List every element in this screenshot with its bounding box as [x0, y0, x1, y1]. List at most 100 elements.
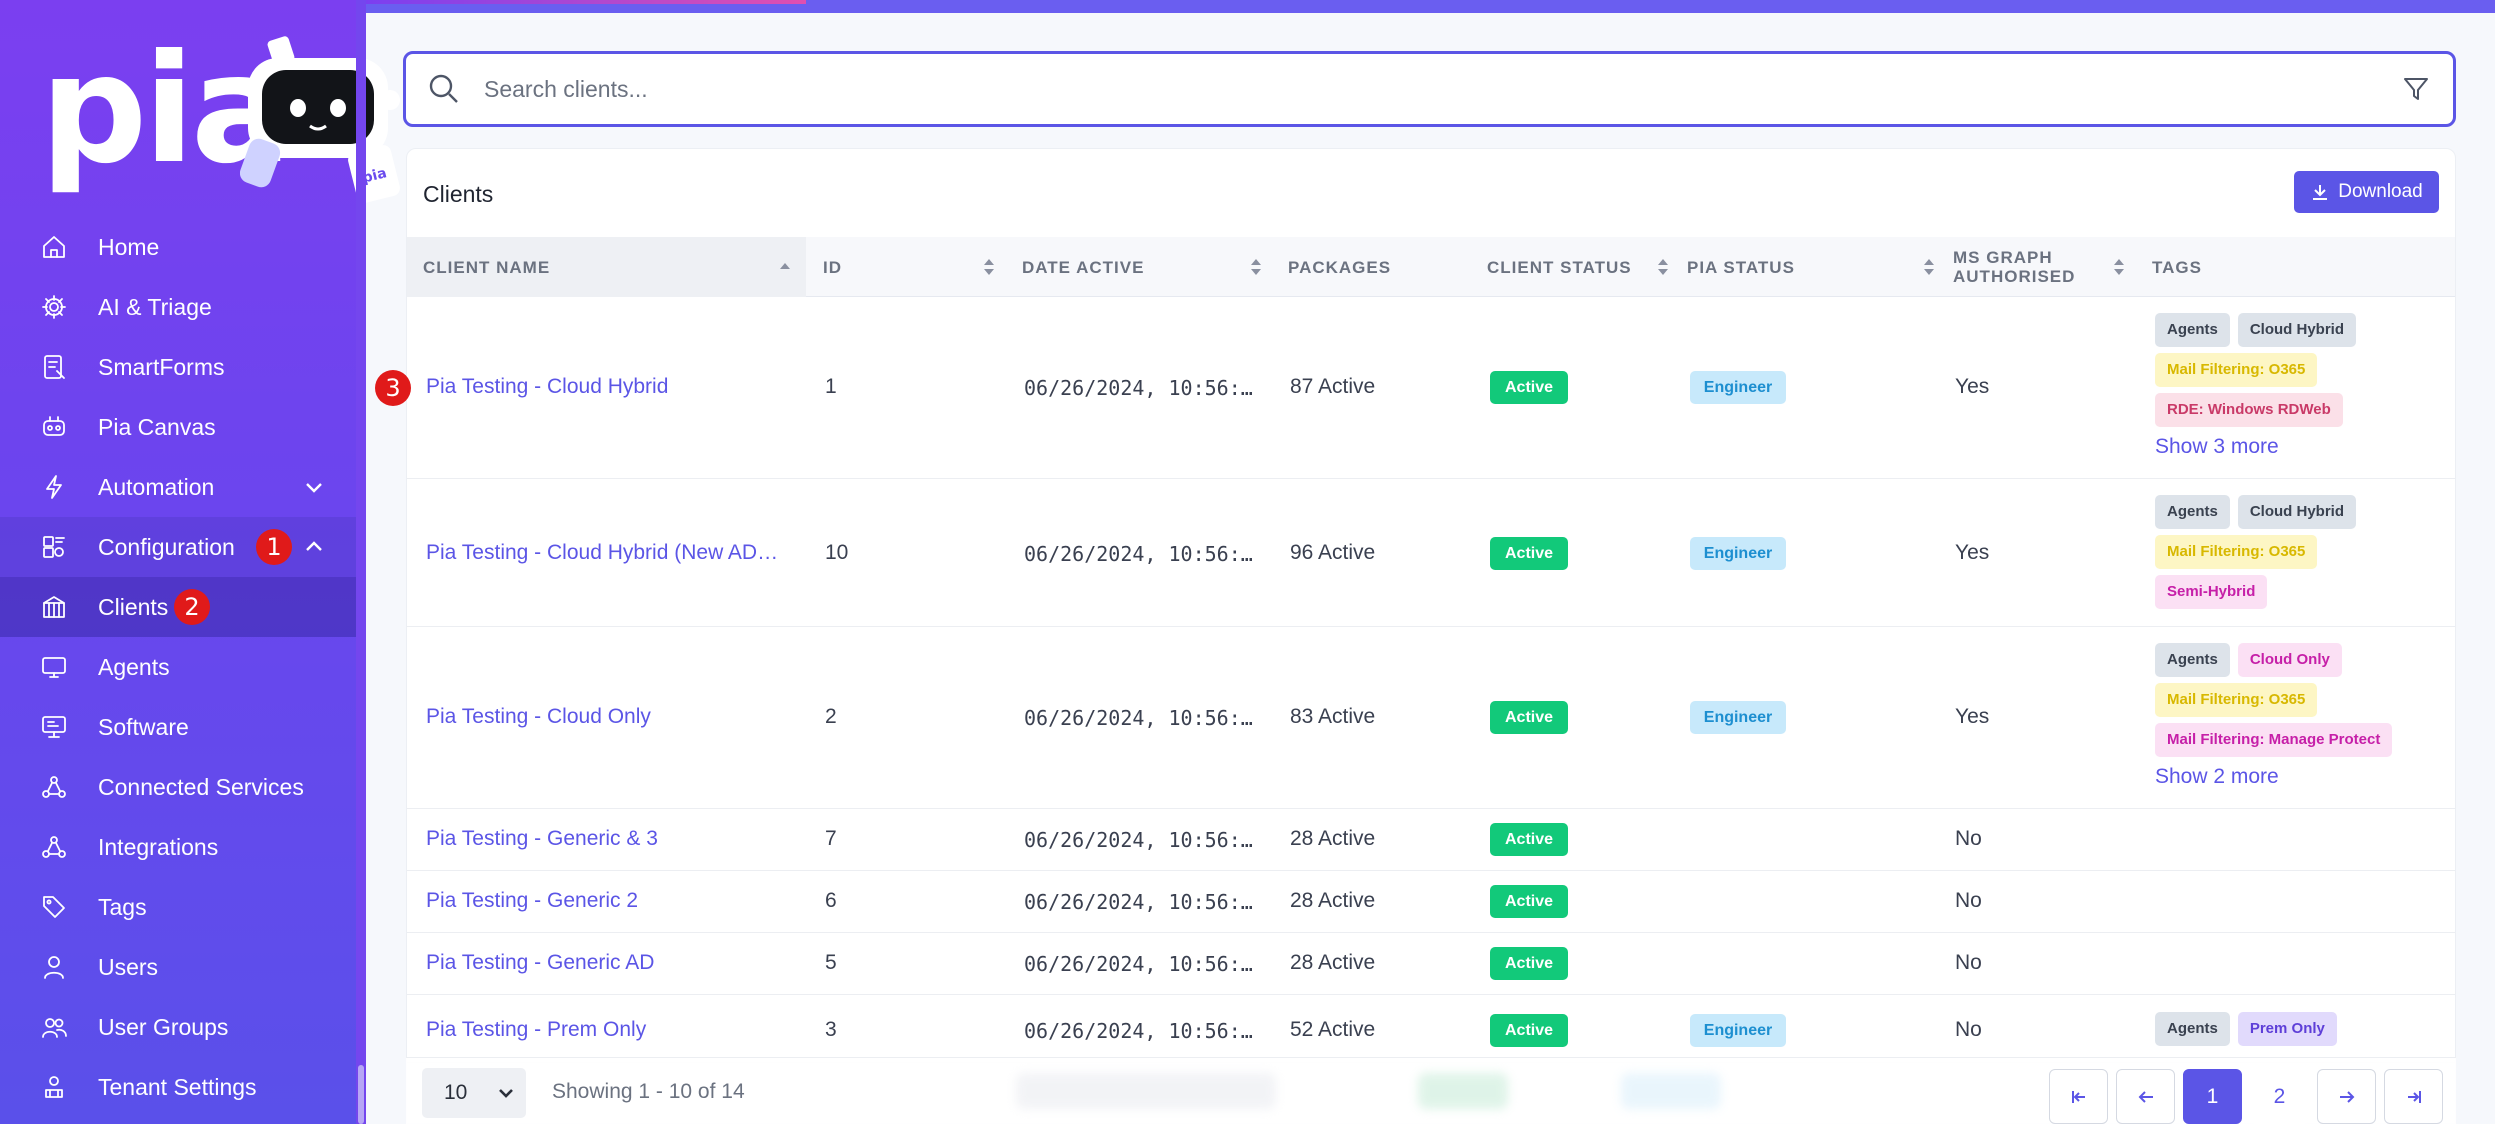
client-name-link[interactable]: Pia Testing - Prem Only	[426, 1018, 786, 1042]
step-1-badge: 1	[256, 529, 292, 565]
download-icon	[2313, 185, 2328, 200]
client-name-link[interactable]: Pia Testing - Generic 2	[426, 889, 786, 913]
tags-list: Agents Cloud Only Mail Filtering: O365 Ma…	[2155, 643, 2445, 789]
sidebar-item-tags[interactable]: Tags	[0, 877, 356, 937]
sort-icon[interactable]	[1923, 258, 1935, 276]
sort-icon[interactable]	[1657, 258, 1669, 276]
page-2-button[interactable]: 2	[2250, 1069, 2309, 1124]
sidebar-item-configuration[interactable]: Configuration 1	[0, 517, 356, 577]
sidebar-item-label: SmartForms	[98, 353, 225, 380]
ms-graph-value: Yes	[1955, 375, 1990, 398]
filter-icon[interactable]	[2401, 74, 2431, 104]
sidebar-item-agents[interactable]: Agents	[0, 637, 356, 697]
sidebar-item-pia-canvas[interactable]: Pia Canvas	[0, 397, 356, 457]
search-bar[interactable]	[403, 51, 2456, 127]
client-status-badge: Active	[1490, 701, 1568, 734]
client-status-badge: Active	[1490, 1014, 1568, 1047]
last-page-icon	[2407, 1090, 2421, 1103]
ms-graph-value: No	[1955, 1018, 1982, 1041]
sort-icon[interactable]	[2113, 258, 2125, 276]
sort-asc-icon[interactable]	[779, 258, 791, 276]
sidebar-item-ai-triage[interactable]: AI & Triage	[0, 277, 356, 337]
column-label-line2: AUTHORISED	[1953, 267, 2076, 286]
column-label: MS GRAPH AUTHORISED	[1953, 248, 2075, 286]
column-pia-status[interactable]: PIA STATUS	[1687, 237, 1957, 297]
download-button[interactable]: Download	[2294, 171, 2439, 213]
chevron-down-icon[interactable]	[302, 475, 326, 499]
column-label: PACKAGES	[1288, 257, 1392, 277]
previous-page-button[interactable]	[2116, 1069, 2175, 1124]
column-id[interactable]: ID	[823, 237, 1013, 297]
client-id: 1	[825, 375, 837, 398]
table-footer: 10 Showing 1 - 10 of 14 1 2	[406, 1057, 2456, 1124]
page-size-select[interactable]: 10	[422, 1068, 526, 1118]
column-client-name[interactable]: CLIENT NAME	[407, 237, 806, 297]
tag-badge: Prem Only	[2237, 1012, 2337, 1046]
pia-status-badge: Engineer	[1690, 537, 1786, 570]
column-label: ID	[823, 257, 842, 277]
client-id: 3	[825, 1018, 837, 1041]
date-active: 06/26/2024, 10:56:…	[1024, 706, 1253, 730]
show-more-link[interactable]: Show 2 more	[2155, 765, 2445, 789]
column-packages[interactable]: PACKAGES	[1288, 237, 1468, 297]
arrow-right-icon	[2339, 1090, 2354, 1103]
packages: 28 Active	[1290, 889, 1376, 912]
sidebar-item-tenant-settings[interactable]: Tenant Settings	[0, 1057, 356, 1117]
search-input[interactable]	[484, 75, 2284, 103]
first-page-button[interactable]	[2049, 1069, 2108, 1124]
client-name-link[interactable]: Pia Testing - Cloud Hybrid	[426, 375, 786, 399]
client-status-badge: Active	[1490, 823, 1568, 856]
ms-graph-value: No	[1955, 951, 1982, 974]
tag-badge: Cloud Only	[2237, 643, 2342, 677]
tag-badge: Agents	[2155, 1012, 2230, 1046]
page-1-button[interactable]: 1	[2183, 1069, 2242, 1124]
sidebar-scrollbar[interactable]	[356, 0, 366, 1124]
chevron-up-icon[interactable]	[302, 535, 326, 559]
sidebar-item-connected-services[interactable]: Connected Services	[0, 757, 356, 817]
client-name-link[interactable]: Pia Testing - Generic AD	[426, 951, 786, 975]
sidebar-nav: Home AI & Triage SmartForms Pia Canvas A…	[0, 217, 356, 1117]
packages: 28 Active	[1290, 951, 1376, 974]
sidebar-item-smartforms[interactable]: SmartForms	[0, 337, 356, 397]
canvas-icon	[40, 413, 68, 441]
page-size-value: 10	[444, 1081, 468, 1104]
sidebar-item-software[interactable]: Software	[0, 697, 356, 757]
tags-list: Agents Cloud Hybrid Mail Filtering: O365 …	[2155, 495, 2445, 615]
column-label: CLIENT STATUS	[1487, 257, 1632, 277]
sidebar-item-label: Software	[98, 713, 189, 740]
client-name-link[interactable]: Pia Testing - Cloud Hybrid (New AD…	[426, 541, 786, 565]
form-icon	[40, 353, 68, 381]
column-label: CLIENT NAME	[423, 257, 551, 277]
show-more-link[interactable]: Show 3 more	[2155, 435, 2445, 459]
top-bar-accent	[366, 0, 806, 4]
client-name-link[interactable]: Pia Testing - Generic & 3	[426, 827, 786, 851]
sidebar-item-integrations[interactable]: Integrations	[0, 817, 356, 877]
client-status-badge: Active	[1490, 885, 1568, 918]
client-id: 7	[825, 827, 837, 850]
sort-icon[interactable]	[983, 258, 995, 276]
ms-graph-value: Yes	[1955, 705, 1990, 728]
last-page-button[interactable]	[2384, 1069, 2443, 1124]
ms-graph-value: No	[1955, 889, 1982, 912]
tag-badge: Cloud Hybrid	[2237, 313, 2357, 347]
column-ms-graph-authorised[interactable]: MS GRAPH AUTHORISED	[1953, 237, 2153, 297]
column-label: PIA STATUS	[1687, 257, 1795, 277]
column-date-active[interactable]: DATE ACTIVE	[1022, 237, 1282, 297]
tag-badge: Cloud Hybrid	[2237, 495, 2357, 529]
monitor-icon	[40, 653, 68, 681]
table-row: Pia Testing - Generic AD 5 06/26/2024, 1…	[407, 933, 2455, 995]
client-name-link[interactable]: Pia Testing - Cloud Only	[426, 705, 786, 729]
sidebar-item-automation[interactable]: Automation	[0, 457, 356, 517]
configuration-icon	[40, 533, 68, 561]
column-client-status[interactable]: CLIENT STATUS	[1487, 237, 1687, 297]
sidebar-item-user-groups[interactable]: User Groups	[0, 997, 356, 1057]
pia-logo[interactable]: pia pia	[40, 30, 400, 210]
table-header: CLIENT NAME ID DATE ACTIVE PACKAGES CLIE…	[407, 237, 2455, 297]
chevron-down-icon	[496, 1083, 516, 1103]
scrollbar-thumb[interactable]	[358, 1065, 364, 1124]
sort-icon[interactable]	[1250, 258, 1262, 276]
sidebar-item-users[interactable]: Users	[0, 937, 356, 997]
sidebar-item-home[interactable]: Home	[0, 217, 356, 277]
next-page-button[interactable]	[2317, 1069, 2376, 1124]
sidebar-item-clients[interactable]: Clients 2	[0, 577, 356, 637]
